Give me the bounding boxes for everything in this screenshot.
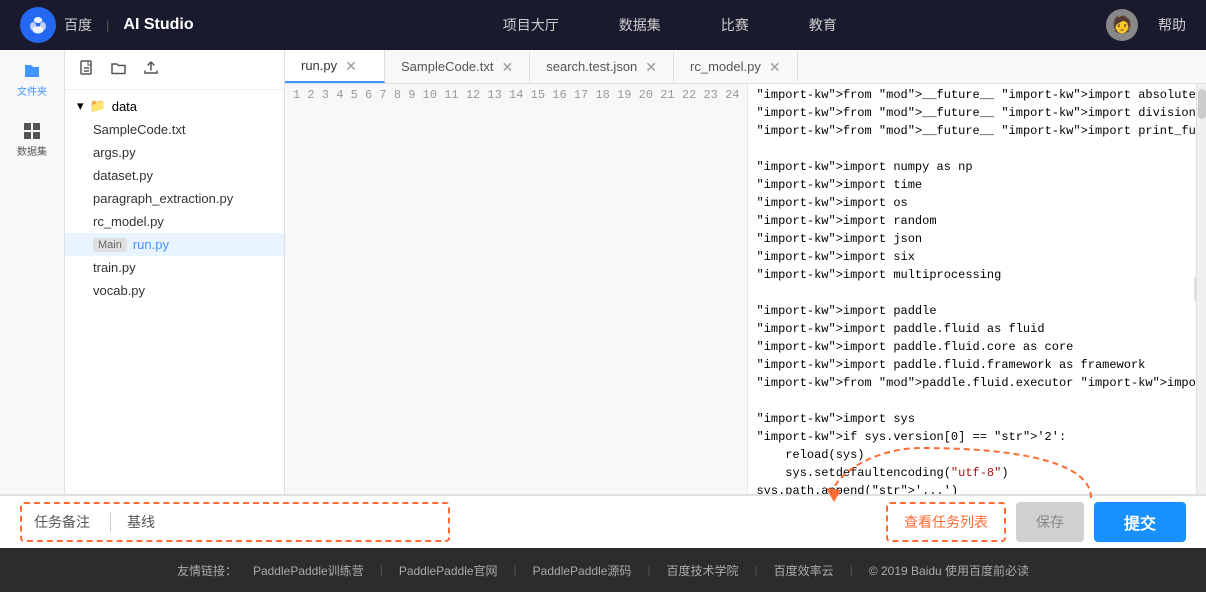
footer-link-1[interactable]: PaddlePaddle官网 [399,562,498,579]
footer-link-3[interactable]: 百度技术学院 [667,562,739,579]
nav-education[interactable]: 教育 [809,11,837,39]
file-vocab[interactable]: vocab.py [65,279,284,302]
chevron-down-icon: ▾ [77,98,84,114]
view-tasks-btn[interactable]: 查看任务列表 [886,502,1006,542]
file-dataset[interactable]: dataset.py [65,164,284,187]
file-panel: ▾ 📁 data SampleCode.txt args.py dataset.… [65,50,285,494]
file-paragraph-name: paragraph_extraction.py [93,191,233,206]
bottom-bar: 任务备注 基线 查看任务列表 保存 提交 [0,494,1206,548]
tab-samplecode[interactable]: SampleCode.txt ✕ [385,51,530,82]
file-dataset-name: dataset.py [93,168,153,183]
file-tree: ▾ 📁 data SampleCode.txt args.py dataset.… [65,90,284,306]
sidebar-files-label: 文件夹 [17,83,47,98]
tab-rcmodel[interactable]: rc_model.py ✕ [674,51,798,82]
tabs-bar: run.py ✕ SampleCode.txt ✕ search.test.js… [285,50,1206,84]
avatar[interactable]: 🧑 [1106,9,1138,41]
studio-text: AI Studio [123,16,193,34]
input-separator [110,512,111,532]
tab-rcmodel-label: rc_model.py [690,59,761,74]
tab-samplecode-close[interactable]: ✕ [502,60,514,74]
footer-link-0[interactable]: PaddlePaddle训练营 [253,562,364,579]
baseline-label: 基线 [127,512,155,532]
tab-runpy-label: run.py [301,58,337,73]
logo-separator: | [106,18,109,33]
file-rcmodel[interactable]: rc_model.py [65,210,284,233]
tab-samplecode-label: SampleCode.txt [401,59,494,74]
new-folder-btn[interactable] [109,58,129,81]
baseline-input[interactable] [171,515,436,530]
view-tasks-label: 查看任务列表 [904,512,988,532]
file-toolbar [65,50,284,90]
save-button[interactable]: 保存 [1016,502,1084,542]
footer-link-4[interactable]: 百度效率云 [774,562,834,579]
tab-runpy-close[interactable]: ✕ [345,59,357,73]
new-file-btn[interactable] [77,58,97,81]
task-input-area: 任务备注 基线 [20,502,450,542]
file-runpy[interactable]: Main run.py [65,233,284,256]
file-args-name: args.py [93,145,136,160]
file-samplecode[interactable]: SampleCode.txt [65,118,284,141]
code-content[interactable]: "import-kw">from "mod">__future__ "impor… [748,84,1196,494]
submit-button[interactable]: 提交 [1094,502,1186,542]
editor-area: run.py ✕ SampleCode.txt ✕ search.test.js… [285,50,1206,494]
line-numbers: 1 2 3 4 5 6 7 8 9 10 11 12 13 14 15 16 1… [285,84,748,494]
nav-competition[interactable]: 比赛 [721,11,749,39]
footer-copyright: © 2019 Baidu 使用百度前必读 [869,562,1029,579]
header: 百度 | AI Studio 项目大厅 数据集 比赛 教育 🧑 帮助 [0,0,1206,50]
file-runpy-name: run.py [133,237,169,252]
main-nav: 项目大厅 数据集 比赛 教育 [234,11,1106,39]
code-editor: 1 2 3 4 5 6 7 8 9 10 11 12 13 14 15 16 1… [285,84,1206,494]
main-badge: Main [93,238,127,252]
baidu-logo [20,7,56,43]
sidebar-item-files[interactable]: 文件夹 [12,60,52,100]
vertical-scrollbar[interactable] [1196,84,1206,494]
file-train[interactable]: train.py [65,256,284,279]
file-rcmodel-name: rc_model.py [93,214,164,229]
sidebar: 文件夹 数据集 [0,50,65,494]
baidu-text: 百度 [64,15,92,35]
header-right: 🧑 帮助 [1106,9,1186,41]
nav-datasets[interactable]: 数据集 [619,11,661,39]
folder-label: data [112,99,137,114]
scrollbar-thumb [1198,89,1206,119]
tab-runpy[interactable]: run.py ✕ [285,50,385,83]
sidebar-item-dataset[interactable]: 数据集 [12,120,52,160]
file-vocab-name: vocab.py [93,283,145,298]
tab-searchtest-label: search.test.json [546,59,637,74]
upload-btn[interactable] [141,58,161,81]
logo-area: 百度 | AI Studio [20,7,194,43]
footer: 友情链接： PaddlePaddle训练营 | PaddlePaddle官网 |… [0,548,1206,592]
footer-prefix: 友情链接： [177,562,237,579]
folder-icon: 📁 [90,98,106,114]
help-link[interactable]: 帮助 [1158,15,1186,35]
nav-projects[interactable]: 项目大厅 [503,11,559,39]
tab-searchtest-close[interactable]: ✕ [645,60,657,74]
task-note-label: 任务备注 [34,512,90,532]
file-train-name: train.py [93,260,136,275]
tab-rcmodel-close[interactable]: ✕ [769,60,781,74]
tab-searchtest[interactable]: search.test.json ✕ [530,51,674,82]
main-area: 文件夹 数据集 ▾ 📁 data SampleC [0,50,1206,494]
right-actions: 查看任务列表 保存 提交 [886,502,1186,542]
folder-data[interactable]: ▾ 📁 data [65,94,284,118]
file-paragraph[interactable]: paragraph_extraction.py [65,187,284,210]
sidebar-dataset-label: 数据集 [17,143,47,158]
file-args[interactable]: args.py [65,141,284,164]
file-samplecode-name: SampleCode.txt [93,122,186,137]
footer-link-2[interactable]: PaddlePaddle源码 [533,562,632,579]
